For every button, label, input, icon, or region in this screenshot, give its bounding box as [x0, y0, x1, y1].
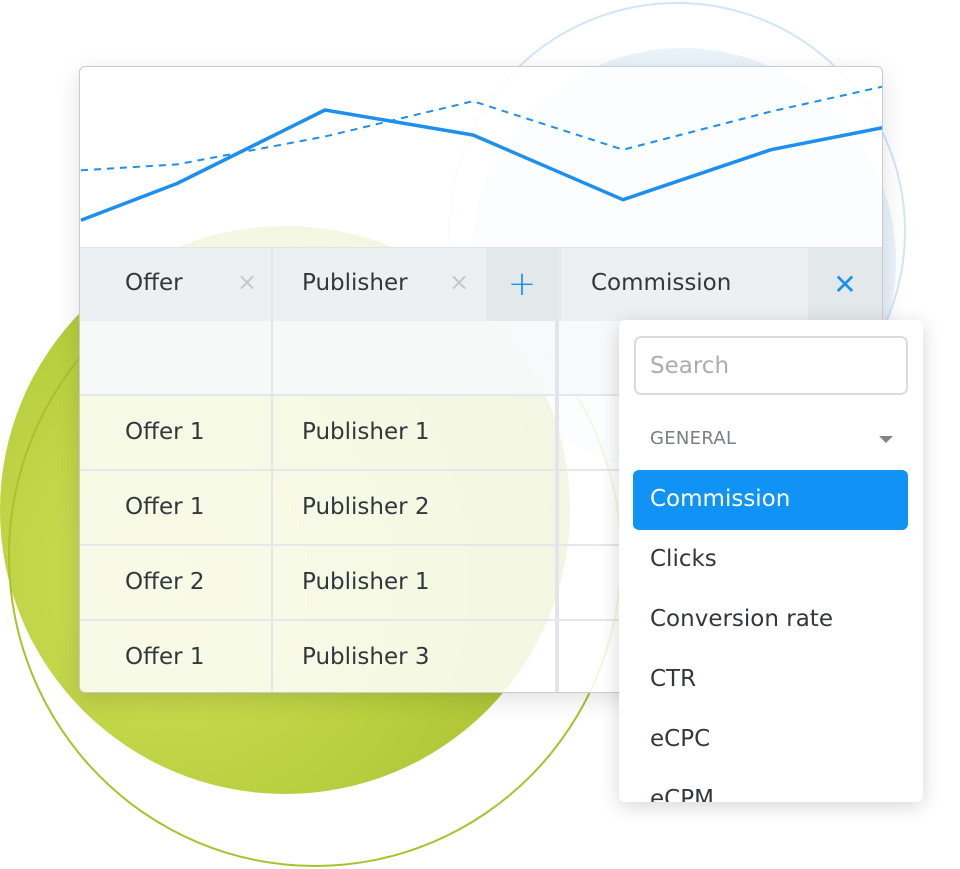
- plus-icon: +: [507, 263, 537, 304]
- table-cell-offer: Offer 1: [80, 621, 273, 692]
- metric-item-conversion-rate[interactable]: Conversion rate: [633, 590, 908, 650]
- metric-item-ctr[interactable]: CTR: [633, 650, 908, 710]
- publisher-value: Publisher 2: [302, 494, 430, 520]
- group-general-toggle[interactable]: GENERAL: [650, 428, 907, 458]
- metric-item-commission[interactable]: Commission: [633, 470, 908, 530]
- publisher-value: Publisher 3: [302, 644, 430, 670]
- table-cell-publisher: Publisher 3: [274, 621, 555, 692]
- add-column-button[interactable]: +: [486, 248, 558, 321]
- metric-dropdown: GENERAL Commission Clicks Conversion rat…: [619, 320, 923, 802]
- column-header-publisher[interactable]: Publisher ×: [274, 248, 487, 321]
- column-label-commission: Commission: [591, 270, 732, 296]
- table-cell-offer: [80, 321, 273, 394]
- metric-item-ecpm[interactable]: eCPM: [633, 770, 908, 802]
- remove-commission-button[interactable]: ✕: [808, 248, 882, 321]
- column-divider[interactable]: [555, 321, 559, 692]
- caret-down-icon: [879, 436, 893, 443]
- table-cell-offer: Offer 1: [80, 396, 273, 469]
- group-label: GENERAL: [650, 428, 737, 449]
- metric-item-ecpc[interactable]: eCPC: [633, 710, 908, 770]
- line-chart-svg: [80, 85, 882, 222]
- column-header-commission[interactable]: Commission: [559, 248, 809, 321]
- close-icon[interactable]: ×: [237, 268, 257, 296]
- metric-item-clicks[interactable]: Clicks: [633, 530, 908, 590]
- line-chart: [80, 67, 882, 247]
- table-cell-publisher: Publisher 1: [274, 546, 555, 619]
- metric-list: Commission Clicks Conversion rate CTR eC…: [633, 470, 908, 802]
- publisher-value: Publisher 1: [302, 419, 430, 445]
- offer-value: Offer 1: [125, 644, 205, 670]
- table-cell-offer: Offer 2: [80, 546, 273, 619]
- offer-value: Offer 1: [125, 419, 205, 445]
- column-header-row: Offer × Publisher × + Commission ✕: [80, 247, 882, 321]
- close-icon: ✕: [833, 268, 857, 301]
- column-header-offer[interactable]: Offer ×: [80, 248, 273, 321]
- column-label-offer: Offer: [125, 270, 183, 296]
- search-input[interactable]: [634, 336, 908, 395]
- close-icon[interactable]: ×: [449, 268, 469, 296]
- column-label-publisher: Publisher: [302, 270, 408, 296]
- offer-value: Offer 1: [125, 494, 205, 520]
- offer-value: Offer 2: [125, 569, 205, 595]
- publisher-value: Publisher 1: [302, 569, 430, 595]
- series-line-comparison: [80, 85, 882, 172]
- table-cell-publisher: Publisher 1: [274, 396, 555, 469]
- series-line-current: [80, 108, 882, 222]
- table-cell-offer: Offer 1: [80, 471, 273, 544]
- table-cell-publisher: Publisher 2: [274, 471, 555, 544]
